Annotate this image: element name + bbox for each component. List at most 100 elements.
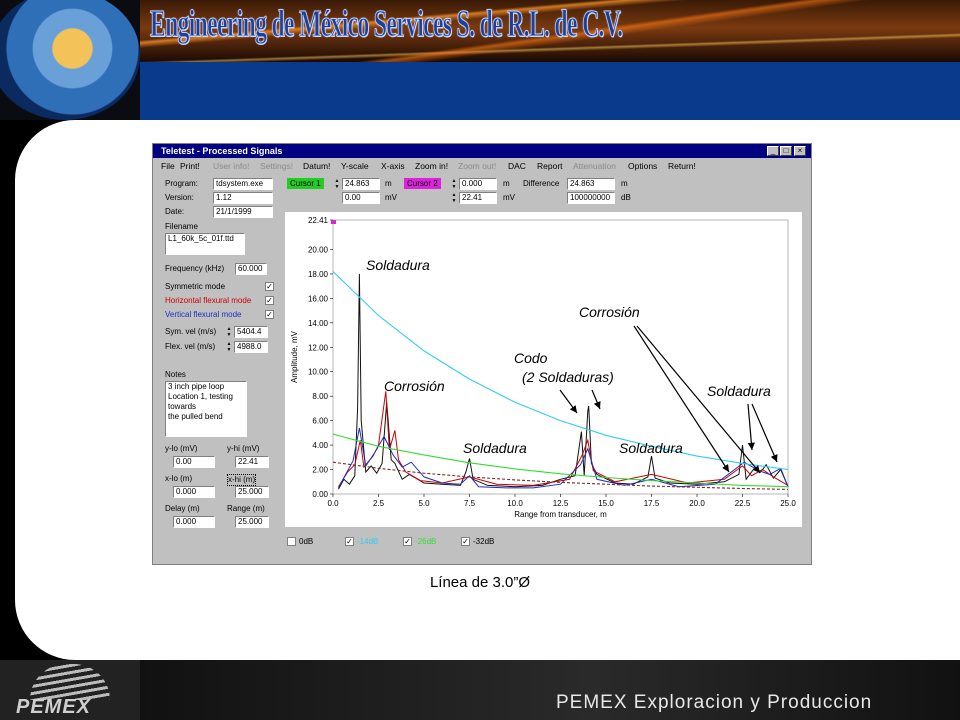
horizontal-mode-checkbox[interactable]: ✓	[265, 296, 274, 305]
notes-line: 3 inch pipe loop	[168, 382, 225, 391]
x-tick-label: 12.5	[553, 499, 569, 508]
cursor1-tag[interactable]: Cursor 1	[287, 178, 324, 189]
menu-zoom-in[interactable]: Zoom in!	[415, 160, 448, 172]
y-tick-label: 10.00	[308, 368, 329, 377]
gain-14db-label: -14dB	[357, 537, 379, 546]
pemex-logo-text: PEMEX	[16, 696, 92, 718]
difference-db-unit: dB	[621, 193, 631, 202]
flex-vel-label: Flex. vel (m/s)	[165, 342, 216, 351]
banner-blue-strip	[140, 62, 960, 120]
annotation-weld-4: Soldadura	[707, 383, 771, 399]
difference-db-field[interactable]: 100000000	[567, 192, 615, 204]
x-tick-label: 20.0	[689, 499, 705, 508]
annotation-weld-1: Soldadura	[366, 257, 430, 273]
vertical-mode-checkbox[interactable]: ✓	[265, 310, 274, 319]
y-tick-label: 20.00	[308, 245, 329, 254]
menu-return[interactable]: Return!	[668, 160, 696, 172]
annotation-elbow: Codo	[514, 350, 548, 366]
version-field[interactable]: 1.12	[213, 192, 273, 204]
cursor2-mv-unit: mV	[503, 193, 515, 202]
menu-user-info[interactable]: User info!	[213, 160, 249, 172]
slide-caption: Línea de 3.0”Ø	[429, 574, 531, 591]
menu-dac[interactable]: DAC	[508, 160, 526, 172]
date-field[interactable]: 21/1/1999	[213, 206, 273, 218]
menu-x-axis[interactable]: X-axis	[381, 160, 405, 172]
range-field[interactable]: 25.000	[235, 516, 269, 528]
menu-settings[interactable]: Settings!	[260, 160, 293, 172]
vertical-mode-label: Vertical flexural mode	[165, 310, 242, 319]
date-label: Date:	[165, 207, 185, 216]
ylo-label: y-lo (mV)	[165, 444, 198, 453]
x-tick-label: 0.0	[327, 499, 339, 508]
cursor2-mv-spinner[interactable]: ▲ ▼	[450, 192, 458, 204]
difference-label: Difference	[523, 179, 560, 188]
cursor1-position-field[interactable]: 24.863	[342, 178, 380, 190]
notes-line: Location 1, testing towards	[168, 392, 233, 411]
cursor2-marker	[331, 220, 336, 224]
xhi-label: x-hi (m)	[227, 474, 257, 486]
x-tick-label: 25.0	[780, 499, 796, 508]
window-title: Teletest - Processed Signals	[161, 146, 283, 156]
cursor1-mv-field[interactable]: 0.00	[342, 192, 380, 204]
sym-vel-spinner[interactable]: ▲ ▼	[225, 326, 233, 338]
menu-file[interactable]: File	[161, 160, 175, 172]
version-label: Version:	[165, 193, 194, 202]
y-tick-label: 6.00	[312, 417, 328, 426]
cursor1-mv-unit: mV	[385, 193, 397, 202]
annotation-corrosion-1: Corrosión	[384, 378, 445, 394]
xhi-field[interactable]: 25.000	[235, 486, 269, 498]
menu-y-scale[interactable]: Y-scale	[341, 160, 369, 172]
gain-0db-checkbox[interactable]	[287, 537, 296, 546]
notes-label: Notes	[165, 370, 186, 379]
menu-zoom-out[interactable]: Zoom out!	[458, 160, 496, 172]
menu-print[interactable]: Print!	[180, 160, 200, 172]
window-title-bar[interactable]: Teletest - Processed Signals	[153, 144, 811, 158]
xlo-label: x-lo (m)	[165, 474, 193, 483]
notes-textarea[interactable]: 3 inch pipe loop Location 1, testing tow…	[165, 381, 247, 437]
ylo-field[interactable]: 0.00	[173, 456, 215, 468]
y-tick-label: 2.00	[312, 466, 328, 475]
cursor2-tag[interactable]: Cursor 2	[404, 178, 441, 189]
difference-field[interactable]: 24.863	[567, 178, 615, 190]
cursor2-unit: m	[503, 179, 510, 188]
menu-report[interactable]: Report	[537, 160, 563, 172]
gain-32db-checkbox[interactable]: ✓	[461, 537, 470, 546]
y-tick-label: 4.00	[312, 441, 328, 450]
menu-bar: File Print! User info! Settings! Datum! …	[153, 159, 811, 172]
difference-unit: m	[621, 179, 628, 188]
y-axis-label: Amplitude, mV	[290, 330, 299, 383]
menu-attenuation[interactable]: Attenuation	[573, 160, 616, 172]
annotation-weld-2: Soldadura	[463, 440, 527, 456]
notes-line: the pulled bend	[168, 412, 223, 421]
xlo-field[interactable]: 0.000	[173, 486, 215, 498]
flex-vel-field[interactable]: 4988.0	[234, 341, 268, 353]
y-tick-label: 12.00	[308, 343, 329, 352]
frequency-field[interactable]: 60.000	[235, 263, 267, 275]
program-field[interactable]: tdsystem.exe	[213, 178, 273, 190]
sym-vel-field[interactable]: 5404.4	[234, 326, 268, 338]
flex-vel-spinner[interactable]: ▲ ▼	[225, 341, 233, 353]
annotation-weld-3: Soldadura	[619, 440, 683, 456]
delay-field[interactable]: 0.000	[173, 516, 215, 528]
gain-14db-checkbox[interactable]: ✓	[345, 537, 354, 546]
menu-options[interactable]: Options	[628, 160, 657, 172]
minimize-button[interactable]: _	[767, 146, 779, 156]
gain-26db-checkbox[interactable]: ✓	[403, 537, 412, 546]
yhi-field[interactable]: 22.41	[235, 456, 269, 468]
y-tick-label: 14.00	[308, 319, 329, 328]
program-label: Program:	[165, 179, 198, 188]
x-tick-label: 5.0	[418, 499, 430, 508]
y-tick-label: 16.00	[308, 294, 329, 303]
menu-datum[interactable]: Datum!	[303, 160, 330, 172]
cursor1-spinner[interactable]: ▲ ▼	[333, 178, 341, 190]
filename-field[interactable]: L1_60k_5c_01f.ttd	[165, 233, 245, 255]
gain-32db-label: -32dB	[473, 537, 495, 546]
cursor2-position-field[interactable]: 0.000	[459, 178, 497, 190]
maximize-button[interactable]: □	[780, 146, 792, 156]
cursor2-spinner[interactable]: ▲ ▼	[450, 178, 458, 190]
close-button[interactable]: ×	[794, 146, 806, 156]
symmetric-mode-checkbox[interactable]: ✓	[265, 282, 274, 291]
cursor2-mv-field[interactable]: 22.41	[459, 192, 497, 204]
x-tick-label: 7.5	[464, 499, 476, 508]
horizontal-mode-label: Horizontal flexural mode	[165, 296, 252, 305]
